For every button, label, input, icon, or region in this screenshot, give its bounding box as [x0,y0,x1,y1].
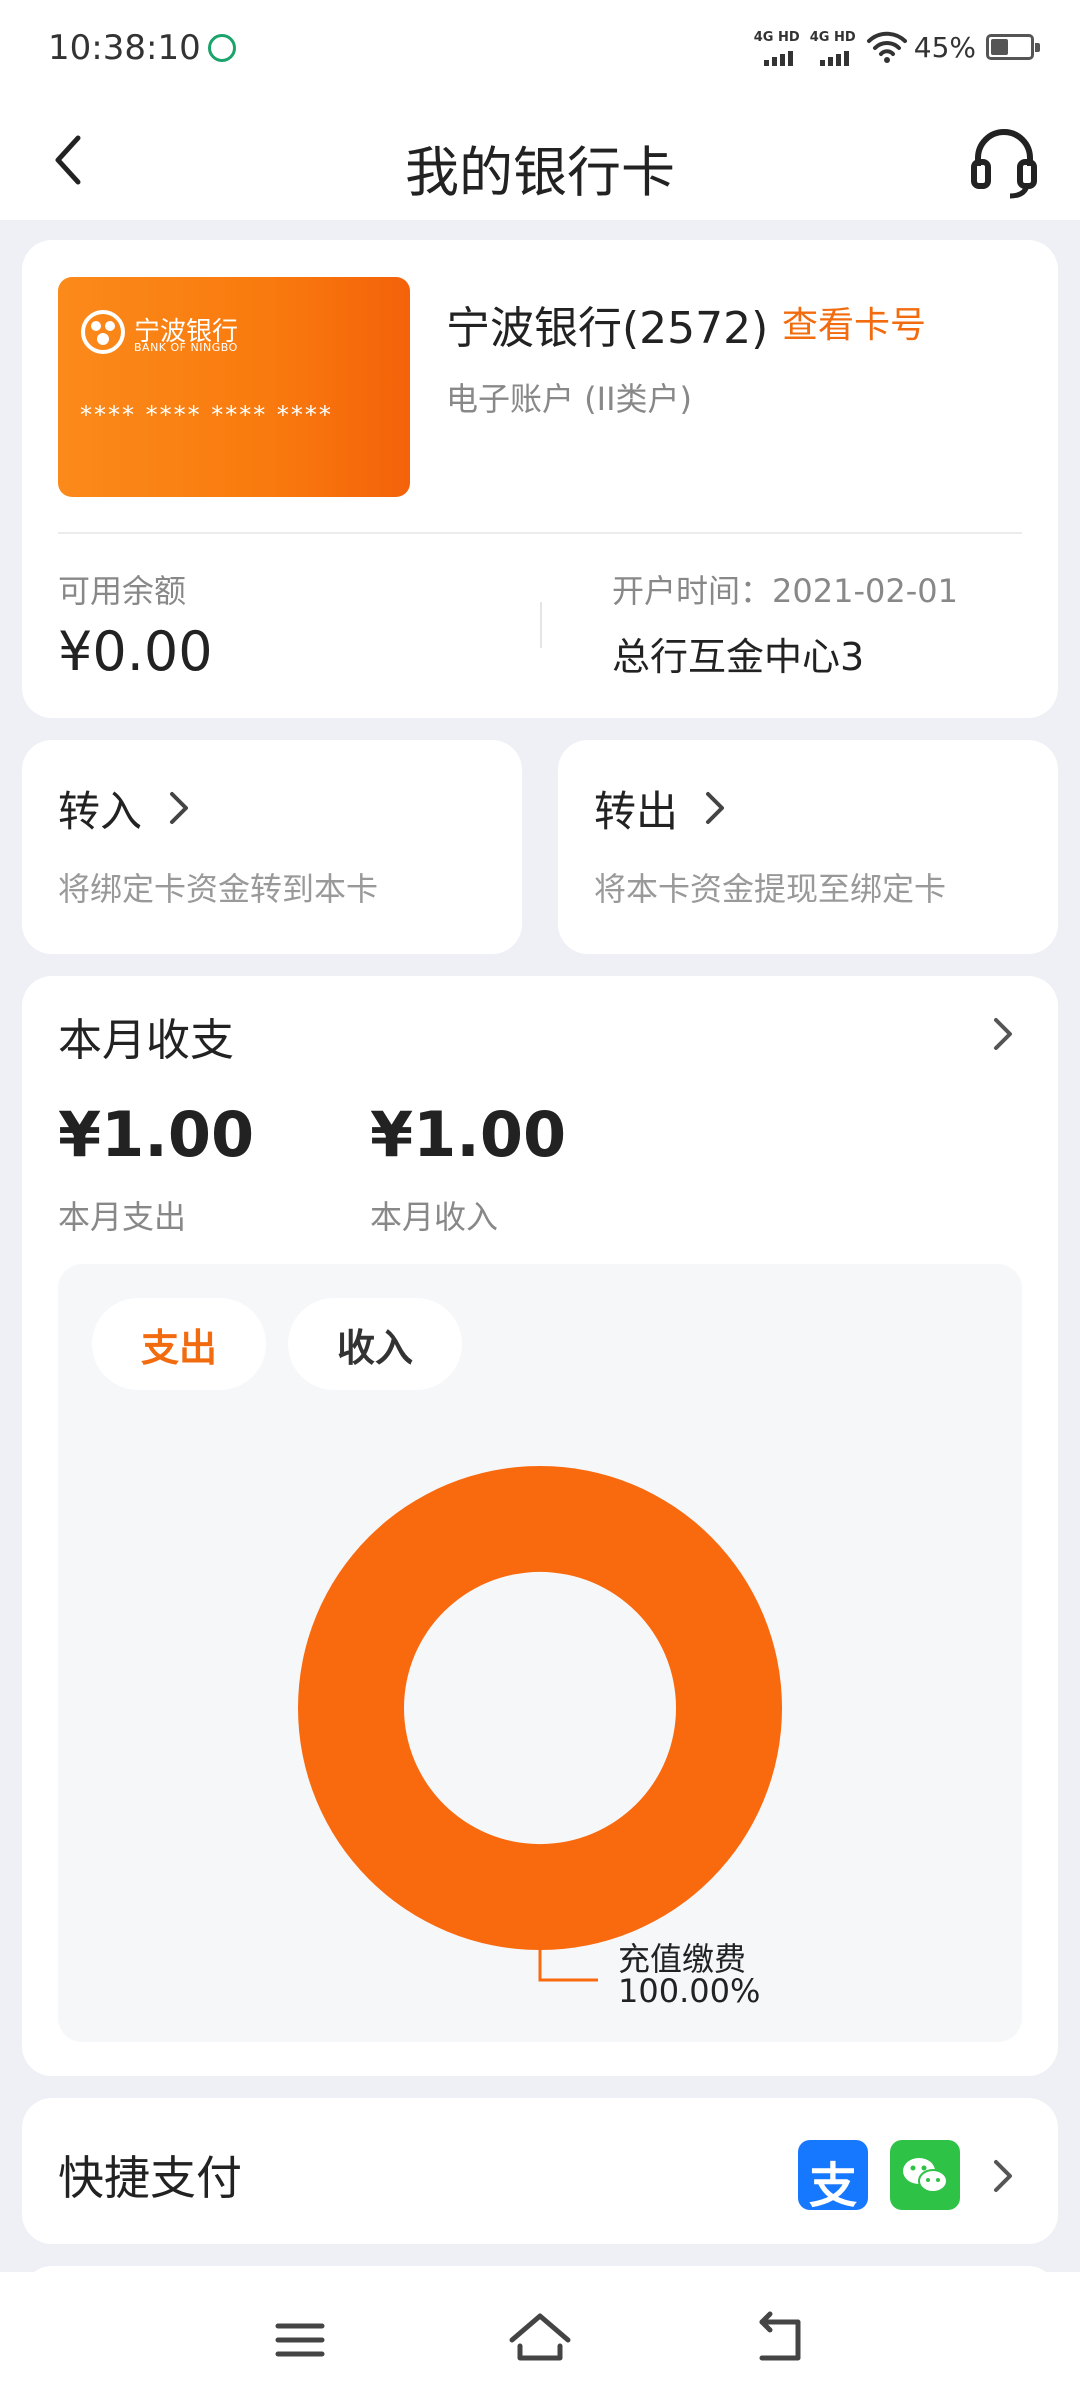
branch-name: 总行互金中心3 [612,635,865,679]
network-label: 4G HD [809,30,856,45]
bank-card-image: 宁波银行 BANK OF NINGBO **** **** **** **** [58,277,410,497]
transfer-out-subtitle: 将本卡资金提现至绑定卡 [594,870,947,908]
battery-percent: 45% [913,30,976,64]
chevron-right-icon [994,2160,1012,2192]
signal-icon: 4G HD [754,26,800,68]
masked-card-number: **** **** **** **** [80,401,333,429]
status-time: 10:38:10 [48,28,201,68]
monthly-expense-label: 本月支出 [58,1198,187,1236]
network-label: 4G HD [753,30,800,45]
signal-icon: 4G HD [810,26,856,68]
divider [540,602,542,648]
battery-icon [986,34,1040,60]
divider [58,532,1022,534]
chevron-right-icon[interactable] [988,1014,1016,1054]
notification-icon [208,34,236,62]
alipay-icon: 支 [798,2140,868,2214]
system-nav-bar [0,2272,1080,2400]
wechat-pay-icon [890,2140,960,2210]
balance-value: ¥0.00 [58,620,213,683]
header: 我的银行卡 [0,100,1080,220]
transfer-in-subtitle: 将绑定卡资金转到本卡 [58,870,379,908]
monthly-title: 本月收支 [58,1015,234,1066]
transfer-out-button[interactable] [558,740,1058,954]
chevron-right-icon [706,792,724,824]
menu-icon[interactable] [260,2300,340,2380]
open-date: 开户时间：2021-02-01 [612,572,958,610]
bank-logo-icon [81,310,125,354]
donut-chart [298,1466,782,1982]
account-type: 电子账户 (II类户) [446,380,693,418]
view-card-number-link[interactable]: 查看卡号 [782,296,926,348]
chart-label-percent: 100.00% [618,1972,761,2010]
monthly-expense-amount: ¥1.00 [58,1098,255,1171]
chevron-right-icon [170,792,188,824]
bank-logo-subtext: BANK OF NINGBO [134,341,238,354]
status-indicators: 4G HD 4G HD 45% [754,26,1040,68]
label-leader-line [538,1948,598,1982]
monthly-income-label: 本月收入 [370,1198,499,1236]
headset-icon[interactable] [964,118,1044,202]
transfer-out-title: 转出 [594,787,679,836]
wifi-icon [866,31,907,63]
status-bar: 10:38:10 4G HD 4G HD 45% [0,0,1080,100]
transfer-in-button[interactable] [22,740,522,954]
transfer-in-title: 转入 [58,787,143,836]
alipay-glyph: 支 [808,2158,857,2214]
page-title: 我的银行卡 [405,141,675,204]
donut-slice [298,1466,782,1950]
bank-name: 宁波银行(2572) [446,303,769,354]
back-nav-icon[interactable] [740,2300,820,2380]
home-icon[interactable] [500,2300,580,2380]
quick-pay-title: 快捷支付 [58,2151,242,2205]
monthly-income-amount: ¥1.00 [370,1098,567,1171]
balance-label: 可用余额 [58,572,187,610]
